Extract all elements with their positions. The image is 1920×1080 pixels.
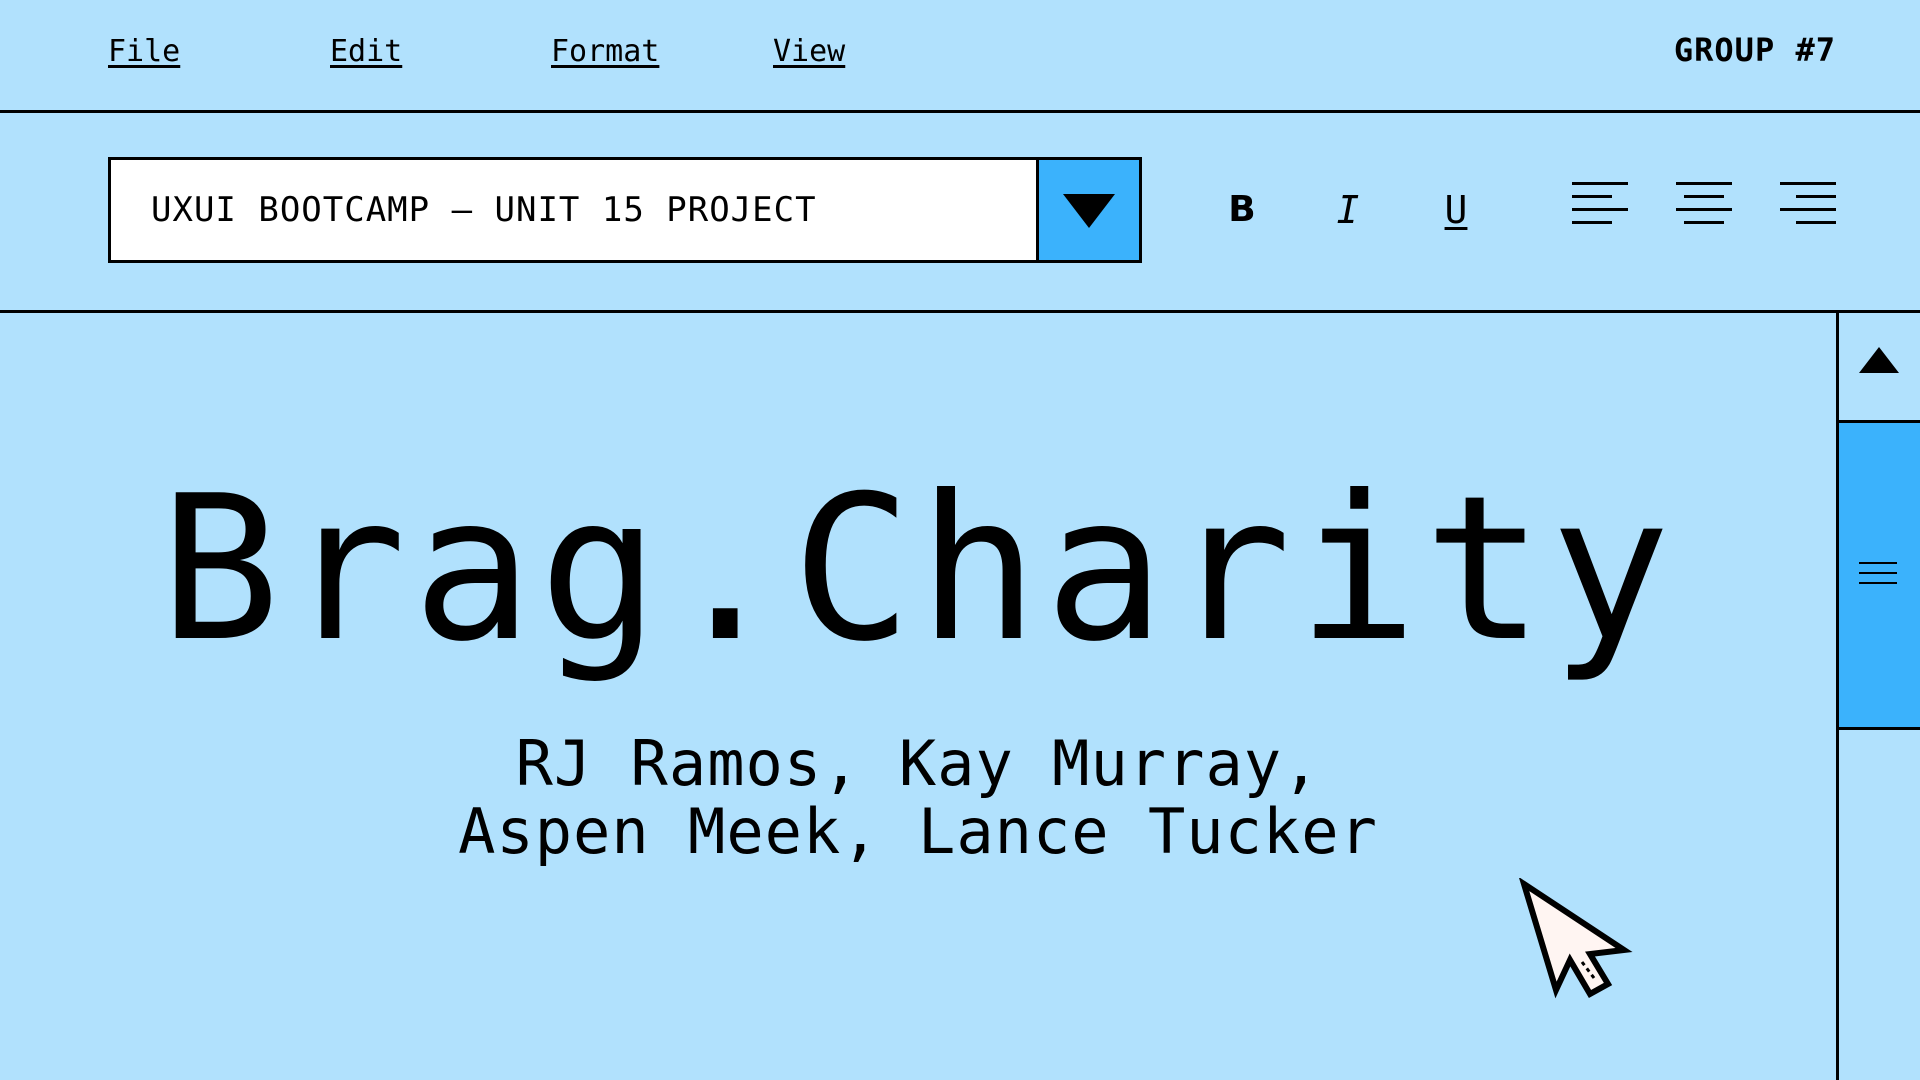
- document-select[interactable]: UXUI BOOTCAMP – UNIT 15 PROJECT: [108, 157, 1142, 263]
- menu-file[interactable]: File: [108, 32, 180, 72]
- align-right-button[interactable]: [1780, 180, 1840, 228]
- group-label: GROUP #7: [1673, 31, 1836, 69]
- page-title: Brag.Charity: [159, 453, 1677, 686]
- authors-line-1: RJ Ramos, Kay Murray,: [515, 727, 1321, 800]
- authors: RJ Ramos, Kay Murray, Aspen Meek, Lance …: [0, 730, 1836, 866]
- italic-button[interactable]: I: [1318, 180, 1378, 240]
- bold-button[interactable]: B: [1212, 180, 1272, 240]
- menu-edit[interactable]: Edit: [330, 32, 402, 72]
- authors-line-2: Aspen Meek, Lance Tucker: [458, 795, 1378, 868]
- document-name: UXUI BOOTCAMP – UNIT 15 PROJECT: [151, 190, 817, 230]
- menu-format[interactable]: Format: [551, 32, 659, 72]
- vertical-scrollbar[interactable]: [1836, 312, 1920, 1080]
- align-center-button[interactable]: [1676, 180, 1736, 228]
- align-left-button[interactable]: [1572, 180, 1632, 228]
- scroll-thumb[interactable]: [1836, 420, 1920, 730]
- toolbar-divider: [0, 310, 1920, 313]
- triangle-down-icon: [1063, 194, 1115, 228]
- scroll-up-button[interactable]: [1839, 312, 1920, 420]
- menu-divider: [0, 110, 1920, 113]
- underline-button[interactable]: U: [1426, 180, 1486, 240]
- dropdown-button[interactable]: [1036, 157, 1142, 263]
- pointer-cursor-icon: [1519, 878, 1633, 999]
- menu-view[interactable]: View: [773, 32, 845, 72]
- triangle-up-icon: [1859, 347, 1899, 373]
